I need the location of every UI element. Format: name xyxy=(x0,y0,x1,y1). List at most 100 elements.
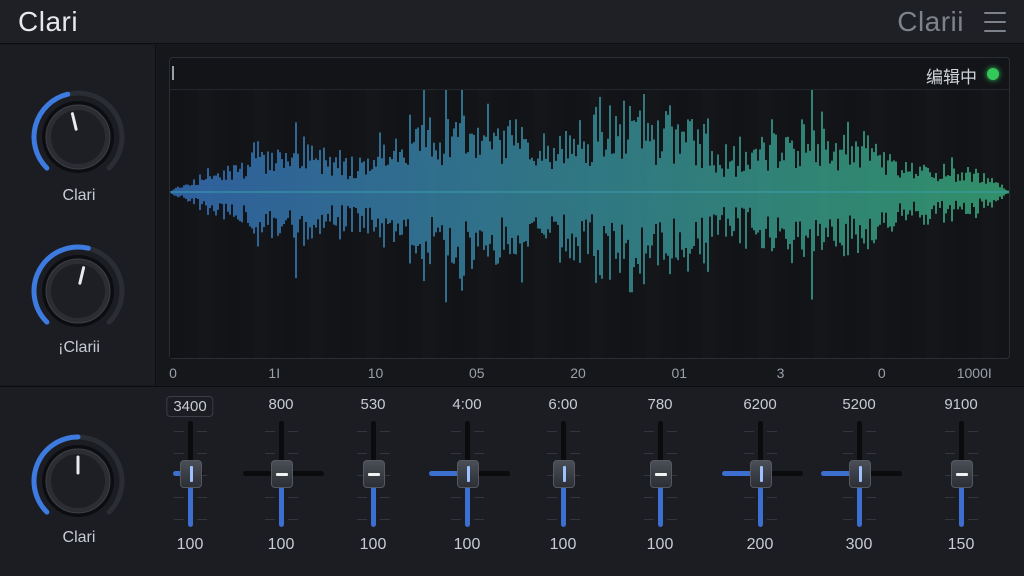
eq-fader[interactable] xyxy=(231,421,331,529)
eq-value-label: 150 xyxy=(947,536,975,553)
eq-frequency-label: 800 xyxy=(268,396,294,413)
eq-fader[interactable] xyxy=(911,421,1011,529)
fader-tick xyxy=(744,431,754,432)
fader-handle[interactable] xyxy=(849,460,871,488)
eq-frequency-label: 3400 xyxy=(166,396,214,417)
knob-2-label: ¡Clarii xyxy=(58,339,100,356)
fader-handle[interactable] xyxy=(951,460,973,488)
fader-tick xyxy=(767,431,777,432)
eq-frequency-label: 6:00 xyxy=(548,396,578,413)
fader-tick xyxy=(843,431,853,432)
fader-tick xyxy=(288,431,298,432)
hamburger-menu-icon[interactable] xyxy=(984,12,1006,32)
status-text: 编辑中 xyxy=(926,68,977,88)
waveform-display[interactable] xyxy=(170,90,1009,358)
fader-tick xyxy=(288,497,298,498)
timeline-tick-label: 1000I xyxy=(956,365,992,381)
fader-tick xyxy=(570,431,580,432)
fader-tick xyxy=(197,453,207,454)
fader-tick xyxy=(380,497,390,498)
fader-tick xyxy=(744,497,754,498)
fader-tick xyxy=(667,519,677,520)
eq-frequency-label: 4:00 xyxy=(452,396,482,413)
eq-fader[interactable] xyxy=(323,421,423,529)
fader-tick xyxy=(968,519,978,520)
eq-value-label: 200 xyxy=(746,536,774,553)
title-bar: Clari Clarii xyxy=(0,0,1024,44)
eq-frequency-label: 6200 xyxy=(743,396,777,413)
knob-3[interactable] xyxy=(28,431,128,531)
fader-tick xyxy=(380,431,390,432)
fader-tick xyxy=(968,453,978,454)
knob-2[interactable] xyxy=(28,241,128,341)
fader-tick xyxy=(644,519,654,520)
fader-tick xyxy=(866,519,876,520)
fader-handle[interactable] xyxy=(553,460,575,488)
fader-tick xyxy=(945,497,955,498)
timeline-tick-label: 01 xyxy=(671,365,688,381)
fader-tick xyxy=(767,497,777,498)
fader-tick xyxy=(644,453,654,454)
fader-handle[interactable] xyxy=(750,460,772,488)
fader-tick xyxy=(474,519,484,520)
playhead-marker[interactable] xyxy=(172,66,174,80)
eq-fader[interactable] xyxy=(710,421,810,529)
fader-tick xyxy=(474,497,484,498)
fader-handle[interactable] xyxy=(650,460,672,488)
fader-handle[interactable] xyxy=(363,460,385,488)
fader-tick xyxy=(174,519,184,520)
fader-tick xyxy=(174,497,184,498)
waveform-header: 编辑中 xyxy=(170,58,1009,90)
fader-tick xyxy=(265,497,275,498)
fader-tick xyxy=(197,497,207,498)
fader-tick xyxy=(644,497,654,498)
eq-fader[interactable] xyxy=(610,421,710,529)
eq-value-label: 100 xyxy=(176,536,204,553)
eq-frequency-label: 9100 xyxy=(944,396,978,413)
fader-tick xyxy=(197,519,207,520)
fader-tick xyxy=(547,453,557,454)
fader-tick xyxy=(474,431,484,432)
eq-value-label: 100 xyxy=(646,536,674,553)
fader-tick xyxy=(474,453,484,454)
eq-fader[interactable] xyxy=(513,421,613,529)
fader-handle[interactable] xyxy=(457,460,479,488)
eq-value-label: 100 xyxy=(453,536,481,553)
fader-tick xyxy=(843,519,853,520)
equalizer-panel: Clari 3400 100 800 100 530 100 4:00 100 6:00 100 7… xyxy=(0,386,1024,576)
timeline-tick-label: 1I xyxy=(268,365,281,381)
fader-tick xyxy=(288,519,298,520)
fader-tick xyxy=(547,497,557,498)
fader-tick xyxy=(570,519,580,520)
left-control-panel: Clari ¡Clarii xyxy=(0,45,156,385)
fader-tick xyxy=(866,497,876,498)
fader-tick xyxy=(380,453,390,454)
eq-fader[interactable] xyxy=(140,421,240,529)
eq-fader[interactable] xyxy=(809,421,909,529)
fader-handle[interactable] xyxy=(180,460,202,488)
timeline-tick-label: 20 xyxy=(570,365,586,381)
fader-tick xyxy=(357,519,367,520)
knob-1-label: Clari xyxy=(62,187,96,204)
fader-tick xyxy=(843,497,853,498)
fader-tick xyxy=(288,453,298,454)
fader-tick xyxy=(265,431,275,432)
fader-tick xyxy=(547,431,557,432)
fader-tick xyxy=(945,453,955,454)
knob-1[interactable] xyxy=(28,87,128,187)
timeline-ruler: 0 1I 10 05 20 01 3 0 1000I xyxy=(157,363,1024,385)
knob-3-label: Clari xyxy=(62,529,96,546)
app-title: Clari xyxy=(18,6,79,37)
fader-tick xyxy=(644,431,654,432)
fader-tick xyxy=(570,497,580,498)
eq-value-label: 100 xyxy=(267,536,295,553)
fader-tick xyxy=(174,431,184,432)
waveform-frame[interactable]: 编辑中 xyxy=(169,57,1010,359)
fader-tick xyxy=(767,519,777,520)
timeline-tick-label: 3 xyxy=(776,365,785,381)
fader-tick xyxy=(667,497,677,498)
fader-handle[interactable] xyxy=(271,460,293,488)
eq-fader[interactable] xyxy=(417,421,517,529)
timeline-tick-label: 10 xyxy=(367,365,384,381)
fader-tick xyxy=(667,453,677,454)
